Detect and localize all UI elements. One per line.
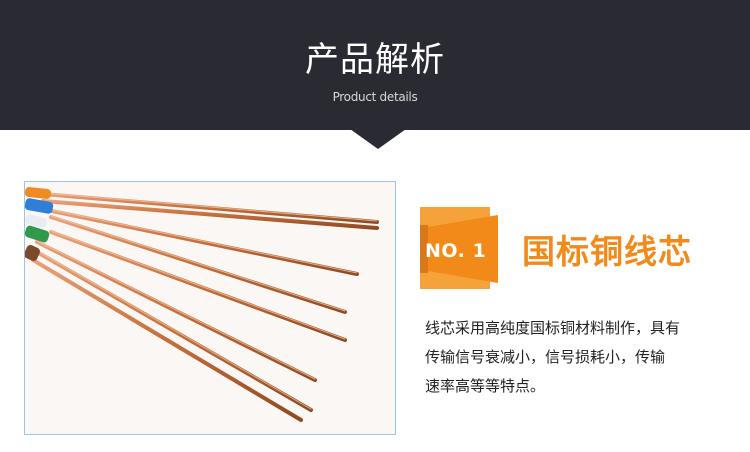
feature-title: 国标铜线芯 bbox=[522, 232, 692, 271]
copper-wires-image bbox=[25, 182, 395, 434]
description-line: 速率高等等特点。 bbox=[425, 377, 546, 395]
copper-wire-photo bbox=[24, 181, 396, 435]
page-subtitle: Product details bbox=[332, 90, 418, 104]
page-title: 产品解析 bbox=[305, 40, 445, 80]
header-banner: 产品解析 Product details bbox=[0, 0, 750, 130]
feature-description: 线芯采用高纯度国标铜材料制作，具有 传输信号衰减小，信号损耗小，传输 速率高等等… bbox=[425, 314, 740, 401]
header-notch bbox=[350, 129, 406, 149]
feature-number-badge: NO. 1 bbox=[425, 240, 487, 262]
description-line: 传输信号衰减小，信号损耗小，传输 bbox=[425, 348, 666, 366]
description-line: 线芯采用高纯度国标铜材料制作，具有 bbox=[425, 319, 681, 337]
